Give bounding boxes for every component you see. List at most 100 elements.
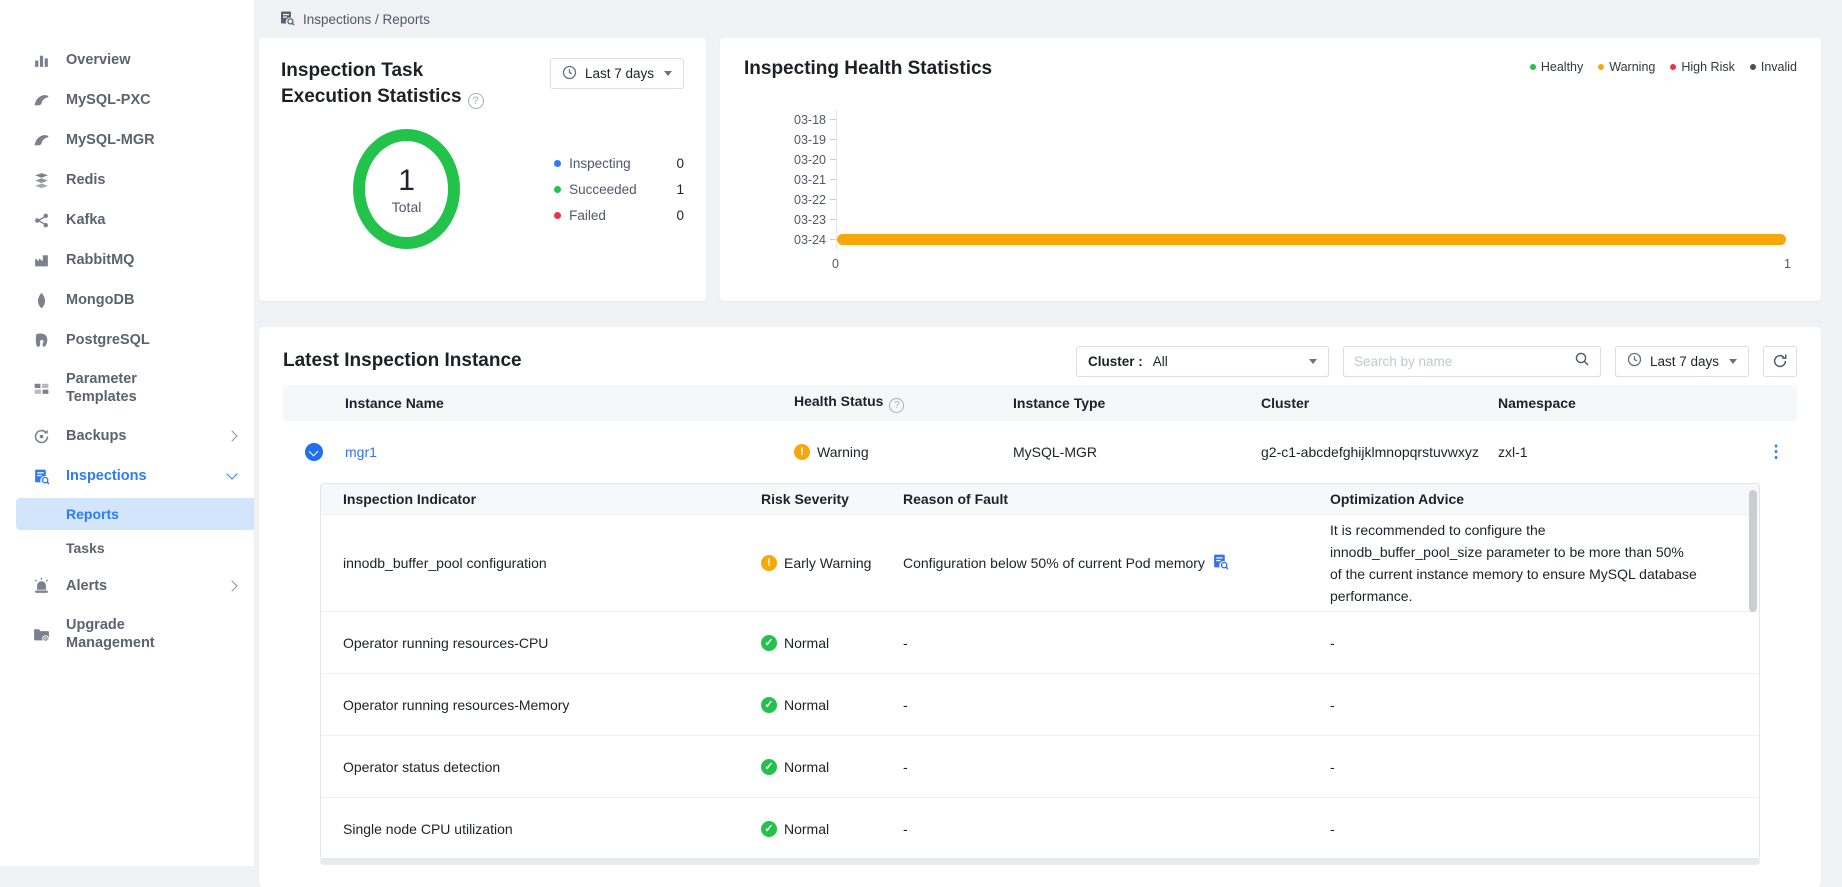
legend-item-inspecting[interactable]: Inspecting 0 [554,156,684,171]
legend-item-failed[interactable]: Failed 0 [554,208,684,223]
bar-track [836,190,1791,210]
sidebar-item-label: MongoDB [66,291,134,309]
legend-label: Invalid [1761,60,1797,74]
legend-item-invalid[interactable]: Invalid [1750,60,1797,74]
column-inspection-indicator: Inspection Indicator [321,491,761,507]
detail-row[interactable]: Operator running resources-CPU ✓Normal -… [321,611,1759,673]
elephant-icon [32,331,50,349]
severity-cell: ✓Normal [761,759,903,775]
inspection-report-icon [32,467,50,485]
search-icon[interactable] [1574,351,1590,372]
x-axis: 0 1 [832,257,1791,271]
horizontal-scrollbar[interactable] [320,858,1760,865]
sidebar: Overview MySQL-PXC MySQL-MGR Redis Kafka… [0,0,255,866]
advice-cell: - [1330,759,1759,775]
health-legend: Healthy Warning High Risk Invalid [1530,60,1797,74]
cluster-select-value: All [1153,354,1168,369]
dolphin-icon [32,91,50,109]
sidebar-item-label: Reports [66,506,119,522]
task-execution-card: Inspection Task Execution Statistics? La… [259,38,706,301]
legend-item-succeeded[interactable]: Succeeded 1 [554,182,684,197]
sidebar-item-rabbitmq[interactable]: RabbitMQ [0,240,254,280]
column-namespace: Namespace [1498,395,1755,411]
sidebar-item-mongodb[interactable]: MongoDB [0,280,254,320]
help-icon[interactable]: ? [889,398,904,413]
bar-track [836,150,1791,170]
clock-icon [1627,352,1642,370]
bar-track [836,110,1791,130]
date-range-select[interactable]: Last 7 days [1615,346,1749,377]
sidebar-item-parameter-templates[interactable]: Parameter Templates [0,360,254,416]
leaf-icon [32,291,50,309]
advice-cell: - [1330,697,1759,713]
sidebar-item-redis[interactable]: Redis [0,160,254,200]
folder-gear-icon [32,625,50,643]
backup-history-icon [32,427,50,445]
cluster-select[interactable]: Cluster : All [1076,346,1329,377]
detail-row[interactable]: innodb_buffer_pool configuration !Early … [321,515,1759,611]
sidebar-item-mysql-pxc[interactable]: MySQL-PXC [0,80,254,120]
legend-dot [1670,64,1676,70]
bar-track [836,210,1791,230]
sidebar-item-alerts[interactable]: Alerts [0,566,254,606]
date-range-value: Last 7 days [585,66,654,81]
report-detail-icon[interactable] [1212,553,1229,573]
sidebar-item-label: MySQL-PXC [66,91,151,109]
legend-item-healthy[interactable]: Healthy [1530,60,1583,74]
instance-type-cell: MySQL-MGR [1013,444,1261,460]
sidebar-item-upgrade-management[interactable]: Upgrade Management [0,606,254,662]
sidebar-item-kafka[interactable]: Kafka [0,200,254,240]
alarm-siren-icon [32,577,50,595]
x-axis-max: 1 [1784,257,1791,271]
latest-inspection-title: Latest Inspection Instance [283,348,522,374]
chevron-down-icon [226,468,237,479]
inspection-report-icon [279,10,295,29]
detail-row[interactable]: Single node CPU utilization ✓Normal - - [321,797,1759,859]
date-range-select[interactable]: Last 7 days [550,58,684,89]
row-actions-menu[interactable]: ⋮ [1768,442,1785,462]
legend-dot [554,186,561,193]
help-icon[interactable]: ? [468,93,484,109]
layers-icon [32,171,50,189]
cluster-select-label: Cluster : [1088,354,1143,369]
health-status-text: Warning [817,444,869,460]
instance-name-link[interactable]: mgr1 [345,444,794,460]
severity-text: Early Warning [784,555,871,571]
sidebar-item-inspections[interactable]: Inspections [0,456,254,496]
detail-table-header: Inspection Indicator Risk Severity Reaso… [321,484,1759,515]
severity-text: Normal [784,697,829,713]
y-axis-label: 03-21 [774,173,826,187]
search-input[interactable] [1354,354,1574,369]
task-stats-title: Inspection Task Execution Statistics [281,60,462,107]
refresh-button[interactable] [1763,346,1797,377]
sidebar-item-label: Upgrade Management [66,616,176,652]
detail-row[interactable]: Operator running resources-Memory ✓Norma… [321,673,1759,735]
sidebar-item-label: Backups [66,427,126,445]
table-filters: Cluster : All Last 7 days [1076,346,1797,377]
legend-item-high-risk[interactable]: High Risk [1670,60,1735,74]
vertical-scrollbar[interactable] [1749,490,1757,612]
sidebar-item-postgresql[interactable]: PostgreSQL [0,320,254,360]
caret-down-icon [1729,359,1737,364]
bar-track [836,170,1791,190]
factory-icon [32,251,50,269]
y-axis-label: 03-24 [774,233,826,247]
y-axis-label: 03-23 [774,213,826,227]
search-box[interactable] [1343,346,1601,377]
sidebar-item-reports[interactable]: Reports [16,498,254,530]
detail-row[interactable]: Operator status detection ✓Normal - - [321,735,1759,797]
collapse-row-button[interactable] [305,443,323,461]
table-row[interactable]: mgr1 !Warning MySQL-MGR g2-c1-abcdefghij… [283,421,1797,483]
sidebar-item-backups[interactable]: Backups [0,416,254,456]
legend-label: Inspecting [569,156,631,171]
legend-item-warning[interactable]: Warning [1598,60,1655,74]
warning-bar[interactable] [837,234,1786,245]
sidebar-item-label: PostgreSQL [66,331,150,349]
health-stats-title: Inspecting Health Statistics [744,56,992,82]
cluster-cell: g2-c1-abcdefghijklmnopqrstuvwxyz [1261,444,1498,460]
sidebar-item-mysql-mgr[interactable]: MySQL-MGR [0,120,254,160]
severity-cell: !Early Warning [761,555,903,571]
sidebar-item-tasks[interactable]: Tasks [16,532,254,564]
sidebar-item-overview[interactable]: Overview [0,40,254,80]
dolphin-icon [32,131,50,149]
